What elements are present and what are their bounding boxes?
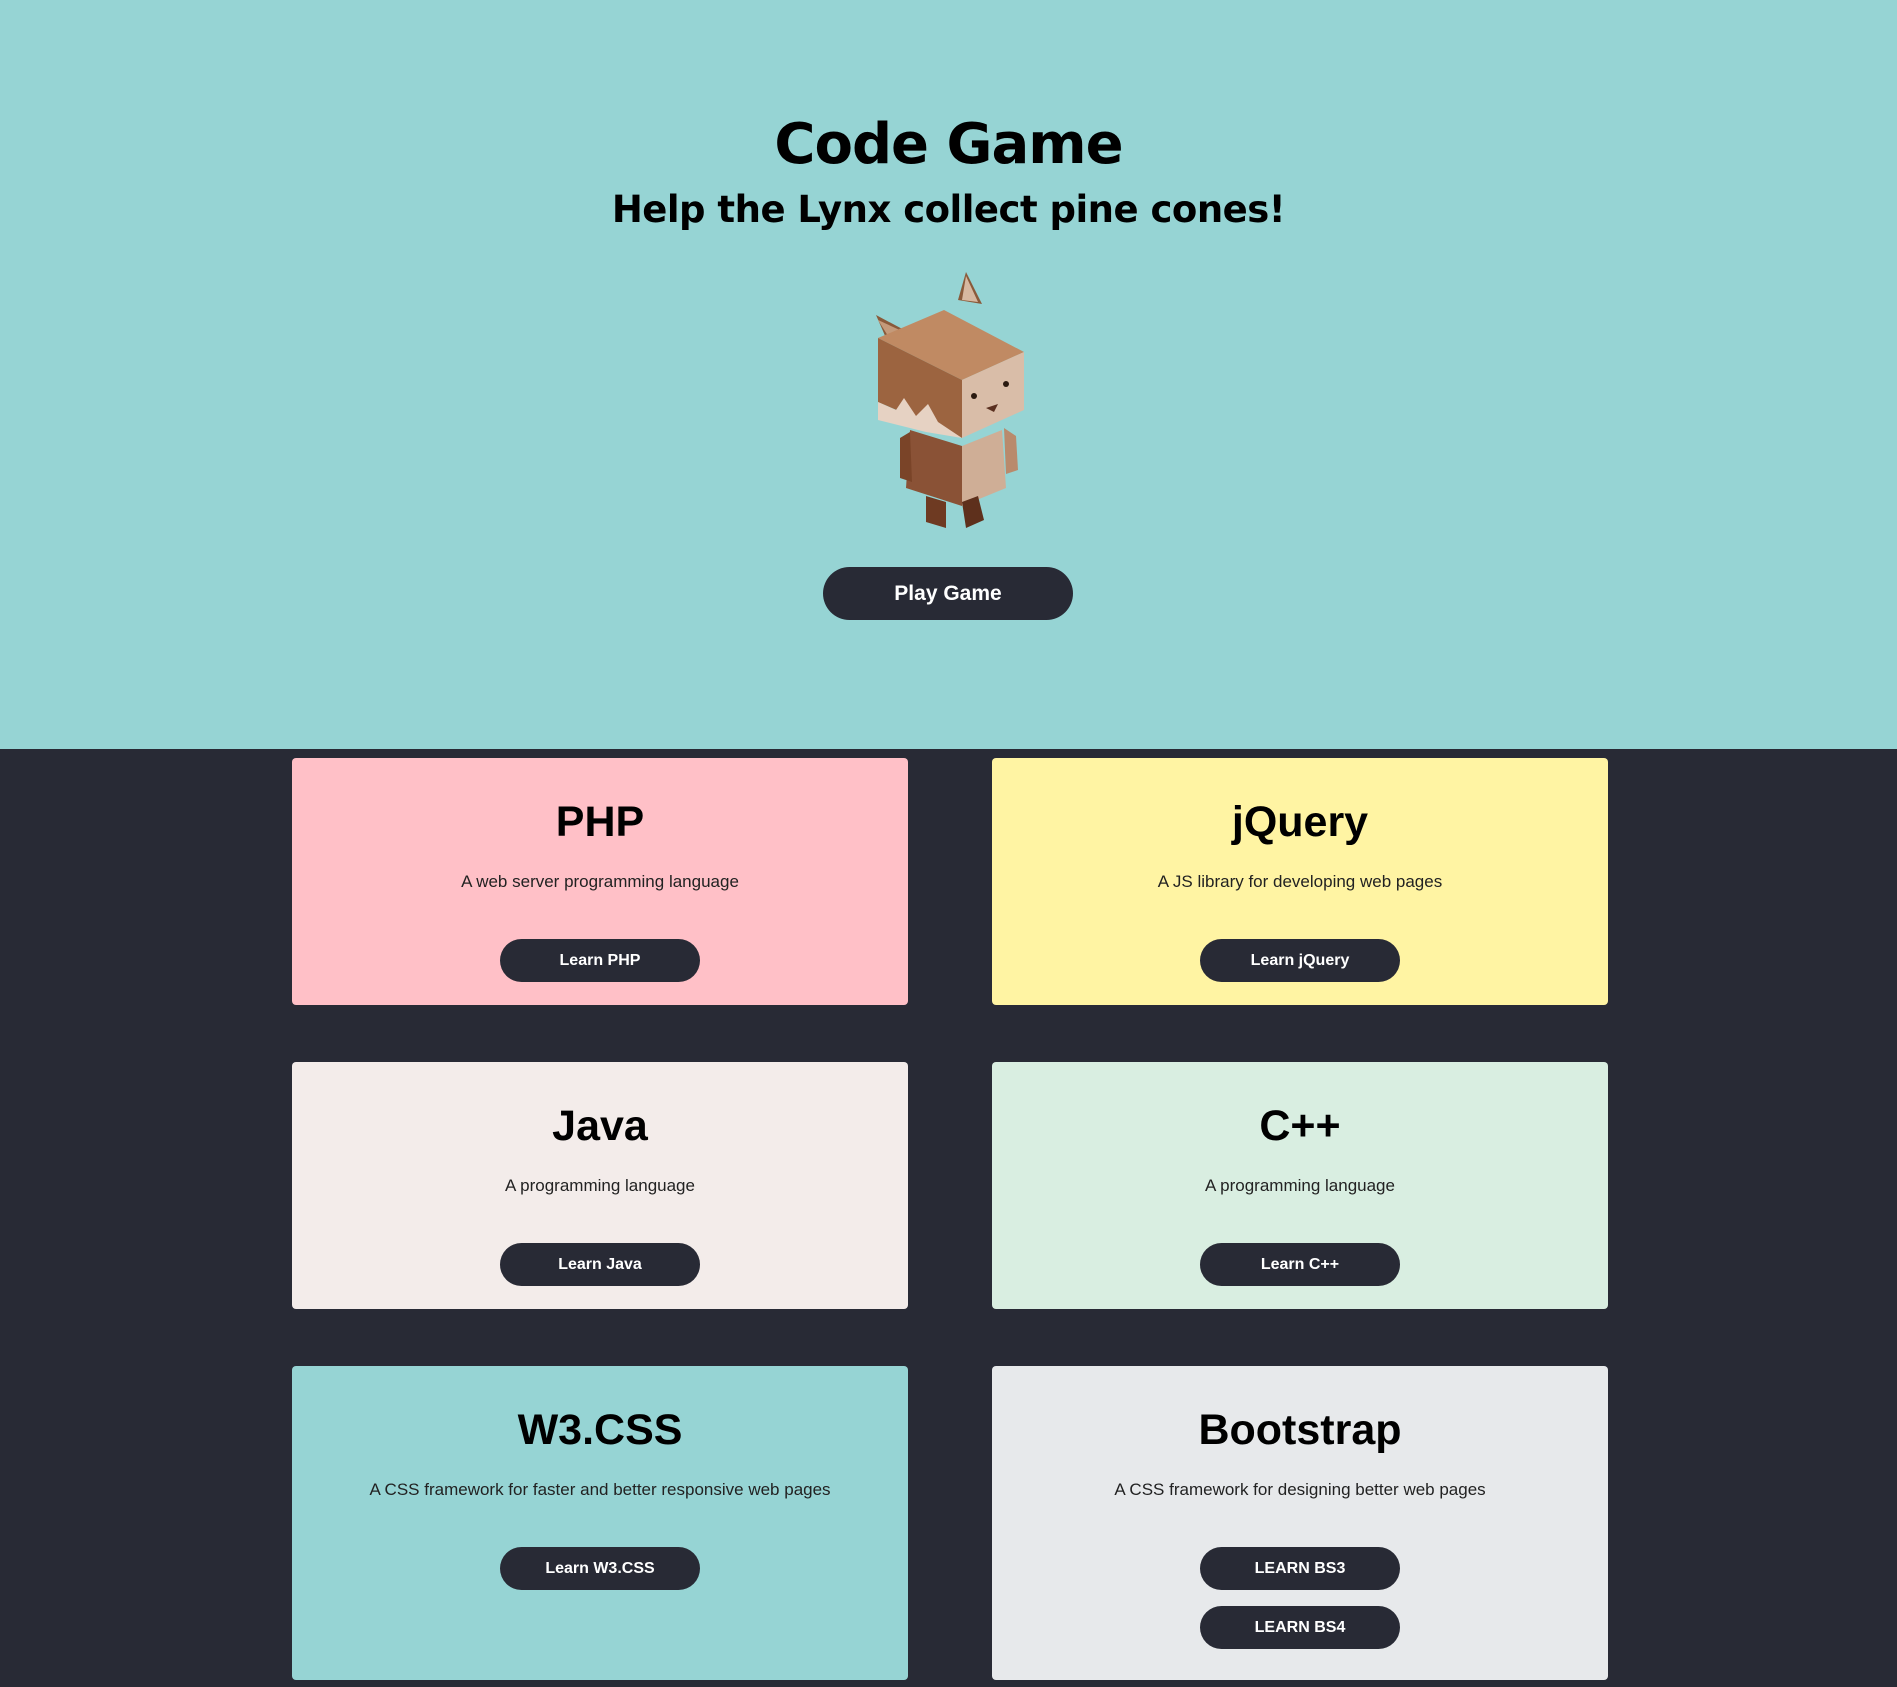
card-description: A web server programming language: [461, 872, 739, 891]
learn-php-button[interactable]: Learn PHP: [500, 939, 700, 982]
card-java: Java A programming language Learn Java: [292, 1062, 908, 1309]
hero-title: Code Game: [774, 112, 1123, 177]
card-bootstrap: Bootstrap A CSS framework for designing …: [992, 1366, 1608, 1680]
card-description: A programming language: [505, 1176, 695, 1195]
card-jquery: jQuery A JS library for developing web p…: [992, 758, 1608, 1005]
card-title: Bootstrap: [1198, 1406, 1402, 1454]
card-title: Java: [552, 1102, 648, 1150]
learn-bs3-button[interactable]: LEARN BS3: [1200, 1547, 1400, 1590]
card-title: W3.CSS: [517, 1406, 683, 1454]
card-description: A CSS framework for faster and better re…: [369, 1480, 831, 1499]
card-description: A programming language: [1205, 1176, 1395, 1195]
learn-w3css-button[interactable]: Learn W3.CSS: [500, 1547, 700, 1590]
card-cpp: C++ A programming language Learn C++: [992, 1062, 1608, 1309]
hero-subtitle: Help the Lynx collect pine cones!: [611, 188, 1286, 231]
learn-bs4-button[interactable]: LEARN BS4: [1200, 1606, 1400, 1649]
card-description: A CSS framework for designing better web…: [1114, 1480, 1486, 1499]
card-php: PHP A web server programming language Le…: [292, 758, 908, 1005]
card-description: A JS library for developing web pages: [1157, 872, 1443, 891]
learn-java-button[interactable]: Learn Java: [500, 1243, 700, 1286]
learn-jquery-button[interactable]: Learn jQuery: [1200, 939, 1400, 982]
hero-section: Code Game Help the Lynx collect pine con…: [0, 0, 1897, 749]
play-game-button[interactable]: Play Game: [823, 567, 1073, 620]
card-title: PHP: [555, 798, 645, 846]
card-title: C++: [1259, 1102, 1341, 1150]
learn-cpp-button[interactable]: Learn C++: [1200, 1243, 1400, 1286]
card-title: jQuery: [1231, 798, 1369, 846]
card-w3css: W3.CSS A CSS framework for faster and be…: [292, 1366, 908, 1680]
lynx-mascot-image: [876, 272, 1024, 528]
